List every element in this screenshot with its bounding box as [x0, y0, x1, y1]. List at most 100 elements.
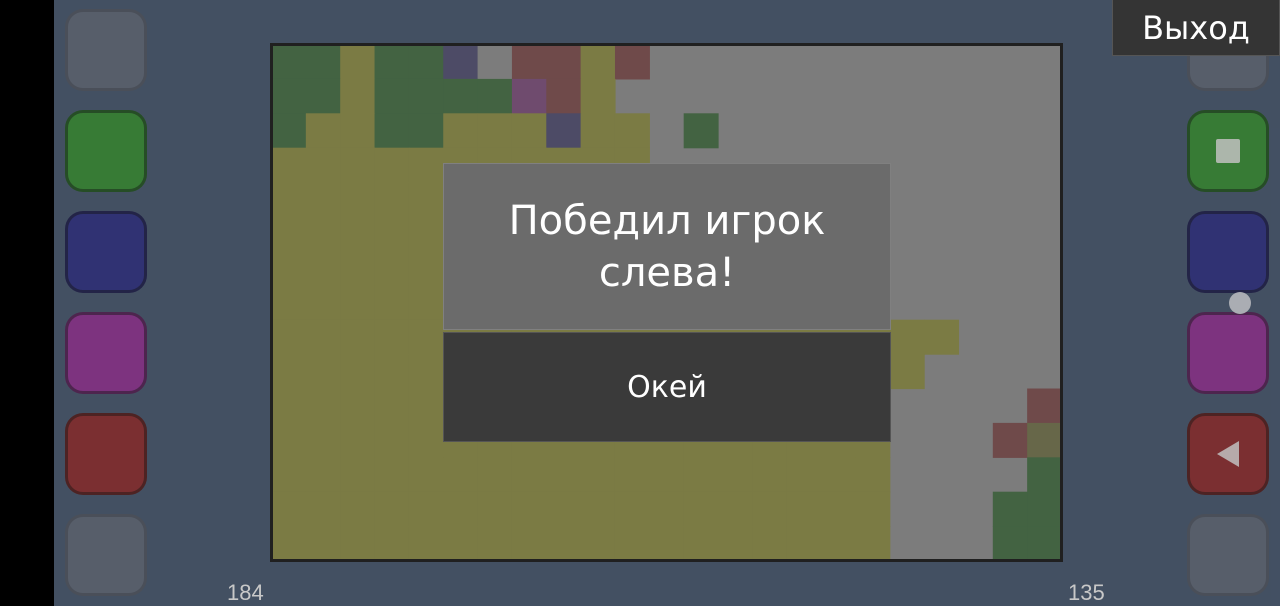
- board-cell: [408, 457, 444, 493]
- board-cell: [683, 113, 719, 149]
- board-cell: [477, 457, 513, 493]
- board-cell: [271, 44, 307, 80]
- board-cell: [374, 147, 410, 183]
- board-cell: [580, 457, 616, 493]
- right-score: 135: [1068, 580, 1105, 605]
- board-cell: [1027, 388, 1063, 424]
- board-cell: [786, 526, 822, 562]
- board-cell: [614, 113, 650, 149]
- board-cell: [1027, 491, 1063, 527]
- board-cell: [683, 526, 719, 562]
- board-cell: [305, 113, 341, 149]
- board-cell: [992, 526, 1028, 562]
- board-cell: [546, 44, 582, 80]
- board-cell: [889, 319, 925, 355]
- board-cell: [786, 491, 822, 527]
- board-cell: [340, 388, 376, 424]
- board-cell: [752, 526, 788, 562]
- board-cell: [305, 319, 341, 355]
- board-cell: [305, 457, 341, 493]
- board-cell: [305, 44, 341, 80]
- board-cell: [340, 422, 376, 458]
- board-cell: [614, 526, 650, 562]
- right-magenta-button[interactable]: [1187, 312, 1269, 394]
- board-cell: [546, 113, 582, 149]
- board-cell: [855, 526, 891, 562]
- left-red-button[interactable]: [65, 413, 147, 495]
- board-cell: [408, 285, 444, 321]
- board-cell: [443, 526, 479, 562]
- board-cell: [374, 182, 410, 218]
- left-green-button[interactable]: [65, 110, 147, 192]
- board-cell: [271, 250, 307, 286]
- board-cell: [683, 491, 719, 527]
- board-cell: [340, 319, 376, 355]
- exit-button[interactable]: Выход: [1112, 0, 1280, 56]
- board-cell: [305, 285, 341, 321]
- ok-button-label: Окей: [627, 369, 707, 405]
- board-cell: [821, 491, 857, 527]
- board-cell: [511, 526, 547, 562]
- right-green-button[interactable]: [1187, 110, 1269, 192]
- board-cell: [271, 491, 307, 527]
- board-cell: [580, 526, 616, 562]
- board-cell: [614, 491, 650, 527]
- board-cell: [374, 285, 410, 321]
- board-cell: [511, 457, 547, 493]
- board-cell: [477, 491, 513, 527]
- board-cell: [305, 388, 341, 424]
- board-cell: [340, 457, 376, 493]
- board-cell: [340, 182, 376, 218]
- board-cell: [614, 457, 650, 493]
- board-cell: [374, 491, 410, 527]
- board-cell: [408, 388, 444, 424]
- board-cell: [271, 182, 307, 218]
- board-cell: [408, 526, 444, 562]
- board-cell: [477, 78, 513, 114]
- win-message-text: Победил игрок слева!: [508, 197, 826, 296]
- board-cell: [271, 457, 307, 493]
- board-cell: [374, 354, 410, 390]
- board-cell: [443, 491, 479, 527]
- board-cell: [374, 457, 410, 493]
- board-cell: [580, 44, 616, 80]
- board-cell: [305, 354, 341, 390]
- right-red-button[interactable]: [1187, 413, 1269, 495]
- left-score: 184: [227, 580, 264, 605]
- board-cell: [855, 457, 891, 493]
- board-cell: [340, 526, 376, 562]
- board-cell: [408, 78, 444, 114]
- back-triangle-icon: [1217, 441, 1239, 467]
- board-cell: [271, 147, 307, 183]
- board-cell: [821, 526, 857, 562]
- board-cell: [305, 182, 341, 218]
- left-blue-button[interactable]: [65, 211, 147, 293]
- board-cell: [683, 457, 719, 493]
- board-cell: [511, 78, 547, 114]
- board-cell: [271, 422, 307, 458]
- board-cell: [614, 44, 650, 80]
- board-cell: [546, 491, 582, 527]
- board-cell: [511, 44, 547, 80]
- board-cell: [443, 457, 479, 493]
- board-cell: [821, 457, 857, 493]
- board-cell: [408, 491, 444, 527]
- board-cell: [408, 182, 444, 218]
- board-cell: [546, 457, 582, 493]
- board-cell: [340, 354, 376, 390]
- win-message-panel: Победил игрок слева!: [443, 163, 891, 330]
- board-cell: [305, 526, 341, 562]
- ok-button[interactable]: Окей: [443, 332, 891, 442]
- board-cell: [580, 113, 616, 149]
- scroll-indicator: [1229, 292, 1251, 314]
- board-cell: [340, 113, 376, 149]
- board-cell: [649, 491, 685, 527]
- board-cell: [752, 457, 788, 493]
- right-blue-button[interactable]: [1187, 211, 1269, 293]
- board-cell: [408, 147, 444, 183]
- left-magenta-button[interactable]: [65, 312, 147, 394]
- board-cell: [718, 457, 753, 493]
- board-cell: [546, 526, 582, 562]
- board-cell: [1027, 457, 1063, 493]
- board-cell: [271, 216, 307, 252]
